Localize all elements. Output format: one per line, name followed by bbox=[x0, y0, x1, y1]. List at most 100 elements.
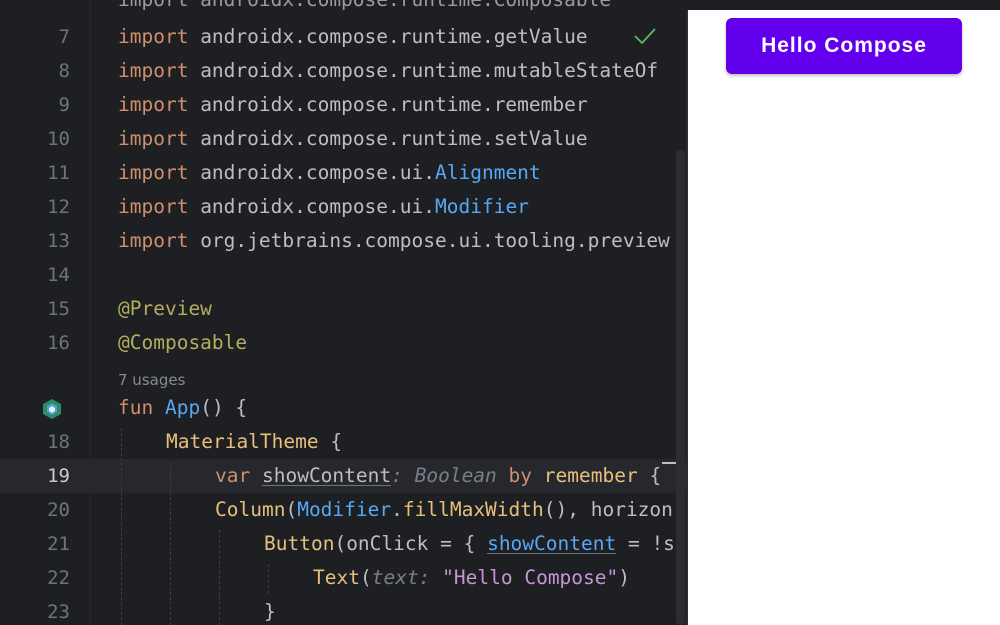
code-text: import androidx.compose.runtime.remember bbox=[118, 88, 588, 122]
usages-hint[interactable]: 7 usages bbox=[118, 368, 185, 392]
line-number: 14 bbox=[47, 264, 70, 286]
line-number: 9 bbox=[58, 94, 70, 116]
code-editor[interactable]: import androidx.compose.runtime.Composab… bbox=[0, 0, 686, 625]
line-number: 19 bbox=[47, 465, 70, 487]
indent-guide bbox=[219, 530, 220, 625]
hello-compose-button[interactable]: Hello Compose bbox=[726, 18, 962, 74]
indent-guide bbox=[170, 462, 171, 625]
line-number: 13 bbox=[47, 230, 70, 252]
code-text: import androidx.compose.runtime.getValue bbox=[118, 20, 588, 54]
import-path: androidx.compose.runtime.setValue bbox=[188, 127, 588, 150]
param-hint: text: bbox=[371, 566, 431, 589]
code-text: var showContent: Boolean by remember { bbox=[215, 459, 661, 493]
code-line-22[interactable]: 22 Text(text: "Hello Compose") bbox=[0, 561, 686, 595]
keyword: import bbox=[118, 59, 189, 82]
class-name: Alignment bbox=[435, 161, 541, 184]
keyword: var bbox=[215, 464, 251, 487]
line-number: 16 bbox=[47, 332, 70, 354]
line-number: 15 bbox=[47, 298, 70, 320]
code-line-9[interactable]: 9 import androidx.compose.runtime.rememb… bbox=[0, 88, 686, 122]
line-number: 23 bbox=[47, 601, 70, 623]
variable-name: showContent bbox=[487, 532, 617, 555]
preview-canvas: Hello Compose bbox=[688, 10, 1000, 625]
code-line-20[interactable]: 20 Column(Modifier.fillMaxWidth(), horiz… bbox=[0, 493, 686, 527]
class-name: Modifier bbox=[435, 195, 529, 218]
keyword: import bbox=[118, 229, 189, 252]
line-number: 8 bbox=[58, 60, 70, 82]
function-call: Column bbox=[215, 498, 286, 521]
code-text: Button(onClick = { showContent = !s bbox=[264, 527, 675, 561]
code-text: MaterialTheme { bbox=[166, 425, 342, 459]
code-text: } bbox=[264, 600, 276, 623]
string-literal: "Hello Compose" bbox=[430, 566, 619, 589]
code-line-15[interactable]: 15 @Preview bbox=[0, 292, 686, 326]
code-text: import androidx.compose.runtime.mutableS… bbox=[118, 54, 658, 88]
line-number: 10 bbox=[47, 128, 70, 150]
line-number: 11 bbox=[47, 162, 70, 184]
code-text: Text(text: "Hello Compose") bbox=[313, 561, 630, 595]
annotation: @Preview bbox=[118, 297, 212, 320]
code-line-18[interactable]: 18 MaterialTheme { bbox=[0, 425, 686, 459]
class-name: Modifier bbox=[297, 498, 392, 521]
code-text: Column(Modifier.fillMaxWidth(), horizon bbox=[215, 493, 673, 527]
punctuation: { bbox=[318, 430, 343, 453]
function-call: Text bbox=[313, 566, 360, 589]
import-path: androidx.compose.ui. bbox=[188, 195, 435, 218]
code-line-14[interactable]: 14 bbox=[0, 258, 686, 292]
code-line-21[interactable]: 21 Button(onClick = { showContent = !s bbox=[0, 527, 686, 561]
code-line-11[interactable]: 11 import androidx.compose.ui.Alignment bbox=[0, 156, 686, 190]
code-line-16[interactable]: 16 @Composable bbox=[0, 326, 686, 360]
preview-toolbar-strip bbox=[686, 0, 1000, 10]
keyword: import bbox=[118, 93, 189, 116]
import-path: androidx.compose.runtime.mutableStateOf bbox=[188, 59, 659, 82]
import-path: org.jetbrains.compose.ui.tooling.preview bbox=[188, 229, 670, 252]
function-call: MaterialTheme bbox=[166, 430, 319, 453]
punctuation: { bbox=[637, 464, 662, 487]
code-text: import androidx.compose.ui.Alignment bbox=[118, 156, 541, 190]
type-hint: : Boolean bbox=[391, 464, 497, 487]
keyword: by bbox=[496, 464, 533, 487]
punctuation: (), horizon bbox=[543, 498, 673, 521]
keyword: import bbox=[118, 195, 189, 218]
line-number: 7 bbox=[58, 26, 70, 48]
function-call: remember bbox=[532, 464, 638, 487]
function-call: Button bbox=[264, 532, 335, 555]
code-line-7[interactable]: 7 import androidx.compose.runtime.getVal… bbox=[0, 20, 686, 54]
punctuation: ) bbox=[618, 566, 631, 589]
code-line-19-current[interactable]: 19 var showContent: Boolean by remember … bbox=[0, 459, 686, 493]
compose-preview-panel: Hello Compose bbox=[686, 0, 1000, 625]
code-text: import androidx.compose.ui.Modifier bbox=[118, 190, 529, 224]
annotation: @Composable bbox=[118, 331, 248, 354]
import-path: androidx.compose.ui. bbox=[188, 161, 435, 184]
punctuation: . bbox=[391, 498, 403, 521]
code-line-13[interactable]: 13 import org.jetbrains.compose.ui.tooli… bbox=[0, 224, 686, 258]
code-text: import androidx.compose.runtime.setValue bbox=[118, 122, 588, 156]
punctuation: ( bbox=[359, 566, 372, 589]
code-text: import androidx.compose.runtime.Composab… bbox=[118, 0, 611, 17]
keyword: import bbox=[118, 127, 189, 150]
line-number: 22 bbox=[47, 567, 70, 589]
line-number: 20 bbox=[47, 499, 70, 521]
code-line-17[interactable]: fun App() { bbox=[0, 391, 686, 425]
keyword: import bbox=[118, 25, 189, 48]
punctuation: () { bbox=[200, 396, 248, 419]
code-line-partial[interactable]: import androidx.compose.runtime.Composab… bbox=[0, 0, 686, 17]
code-text: fun App() { bbox=[118, 391, 247, 425]
code-line-23[interactable]: 23 } bbox=[0, 595, 686, 625]
code-line-10[interactable]: 10 import androidx.compose.runtime.setVa… bbox=[0, 122, 686, 156]
indent-guide bbox=[268, 564, 269, 594]
keyword: fun bbox=[118, 396, 154, 419]
line-number: 12 bbox=[47, 196, 70, 218]
code-text: import org.jetbrains.compose.ui.tooling.… bbox=[118, 224, 670, 258]
indent-guide bbox=[121, 428, 122, 625]
line-number: 18 bbox=[47, 431, 70, 453]
code-line-8[interactable]: 8 import androidx.compose.runtime.mutabl… bbox=[0, 54, 686, 88]
check-icon[interactable] bbox=[632, 25, 658, 47]
function-name: App bbox=[153, 396, 201, 419]
punctuation: (onClick = { bbox=[334, 532, 488, 555]
variable-name: showContent bbox=[261, 464, 392, 487]
editor-scrollbar[interactable] bbox=[676, 150, 685, 625]
import-path: androidx.compose.runtime.getValue bbox=[188, 25, 588, 48]
code-line-12[interactable]: 12 import androidx.compose.ui.Modifier bbox=[0, 190, 686, 224]
import-path: androidx.compose.runtime.remember bbox=[188, 93, 588, 116]
